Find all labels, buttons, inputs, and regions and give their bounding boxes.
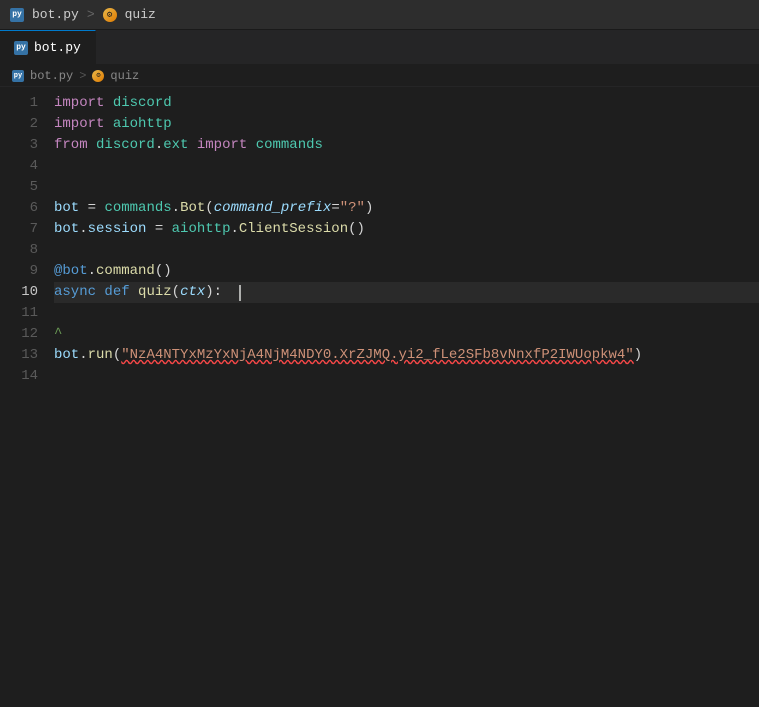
ln-5: 5: [0, 177, 38, 198]
module-commands: commands: [256, 135, 323, 156]
title-bar: py bot.py > ⚙ quiz: [0, 0, 759, 30]
breadcrumb-py-icon: py: [12, 70, 24, 82]
code-line-8: [54, 240, 759, 261]
ln-12: 12: [0, 324, 38, 345]
module-aiohttp: aiohttp: [113, 114, 172, 135]
kw-def: def: [104, 282, 129, 303]
var-bot: bot: [54, 198, 79, 219]
breadcrumb-symbol: quiz: [110, 69, 139, 83]
code-line-4: [54, 156, 759, 177]
code-line-2: import aiohttp: [54, 114, 759, 135]
var-bot-2: bot: [54, 219, 79, 240]
editor-container: 1 2 3 4 5 6 7 8 9 10 11 12 13 14 import …: [0, 87, 759, 707]
kw-import-3: import: [197, 135, 247, 156]
text-cursor: [239, 285, 241, 301]
ln-14: 14: [0, 366, 38, 387]
func-quiz: quiz: [138, 282, 172, 303]
var-bot-3: bot: [54, 345, 79, 366]
tab-bot-py[interactable]: py bot.py: [0, 30, 96, 64]
ln-6: 6: [0, 198, 38, 219]
kw-import-1: import: [54, 93, 104, 114]
title-separator: >: [87, 7, 95, 22]
code-area[interactable]: import discord import aiohttp from disco…: [50, 87, 759, 707]
ln-1: 1: [0, 93, 38, 114]
code-line-9: @bot . command (): [54, 261, 759, 282]
code-line-3: from discord . ext import commands: [54, 135, 759, 156]
code-line-14: [54, 366, 759, 387]
string-token: "NzA4NTYxMzYxNjA4NjM4NDY0.XrZJMQ.yi2_fLe…: [121, 345, 633, 366]
breadcrumb-separator: >: [79, 69, 86, 83]
decorator-command: command: [96, 261, 155, 282]
module-aiohttp-2: aiohttp: [172, 219, 231, 240]
kw-from: from: [54, 135, 88, 156]
ln-3: 3: [0, 135, 38, 156]
param-ctx: ctx: [180, 282, 205, 303]
code-line-5: [54, 177, 759, 198]
code-line-10: async def quiz ( ctx ):: [54, 282, 759, 303]
string-prefix: "?": [340, 198, 365, 219]
line-numbers: 1 2 3 4 5 6 7 8 9 10 11 12 13 14: [0, 87, 50, 707]
attr-session: session: [88, 219, 147, 240]
tab-bar: py bot.py: [0, 30, 759, 65]
func-client-session: ClientSession: [239, 219, 348, 240]
title-filename: bot.py: [32, 7, 79, 22]
tab-py-icon: py: [14, 41, 28, 55]
ln-2: 2: [0, 114, 38, 135]
ln-7: 7: [0, 219, 38, 240]
module-discord: discord: [113, 93, 172, 114]
decorator-at: @bot: [54, 261, 88, 282]
breadcrumb: py bot.py > ⚙ quiz: [0, 65, 759, 87]
tab-label: bot.py: [34, 40, 81, 55]
title-quiz-icon: ⚙: [103, 8, 117, 22]
ln-4: 4: [0, 156, 38, 177]
code-line-12: ^: [54, 324, 759, 345]
ln-13: 13: [0, 345, 38, 366]
ln-9: 9: [0, 261, 38, 282]
func-bot: Bot: [180, 198, 205, 219]
code-line-6: bot = commands . Bot ( command_prefix = …: [54, 198, 759, 219]
code-line-1: import discord: [54, 93, 759, 114]
ln-8: 8: [0, 240, 38, 261]
title-py-icon: py: [10, 8, 24, 22]
module-discord-ext: discord: [96, 135, 155, 156]
ln-11: 11: [0, 303, 38, 324]
caret-symbol: ^: [54, 324, 62, 345]
breadcrumb-quiz-icon: ⚙: [92, 70, 104, 82]
code-line-13: bot . run ( "NzA4NTYxMzYxNjA4NjM4NDY0.Xr…: [54, 345, 759, 366]
ref-commands: commands: [104, 198, 171, 219]
module-ext: ext: [163, 135, 188, 156]
func-run: run: [88, 345, 113, 366]
code-line-7: bot . session = aiohttp . ClientSession …: [54, 219, 759, 240]
breadcrumb-file: bot.py: [30, 69, 73, 83]
param-command-prefix: command_prefix: [214, 198, 332, 219]
title-section: quiz: [125, 7, 156, 22]
kw-async: async: [54, 282, 96, 303]
code-line-11: [54, 303, 759, 324]
kw-import-2: import: [54, 114, 104, 135]
ln-10: 10: [0, 282, 38, 303]
